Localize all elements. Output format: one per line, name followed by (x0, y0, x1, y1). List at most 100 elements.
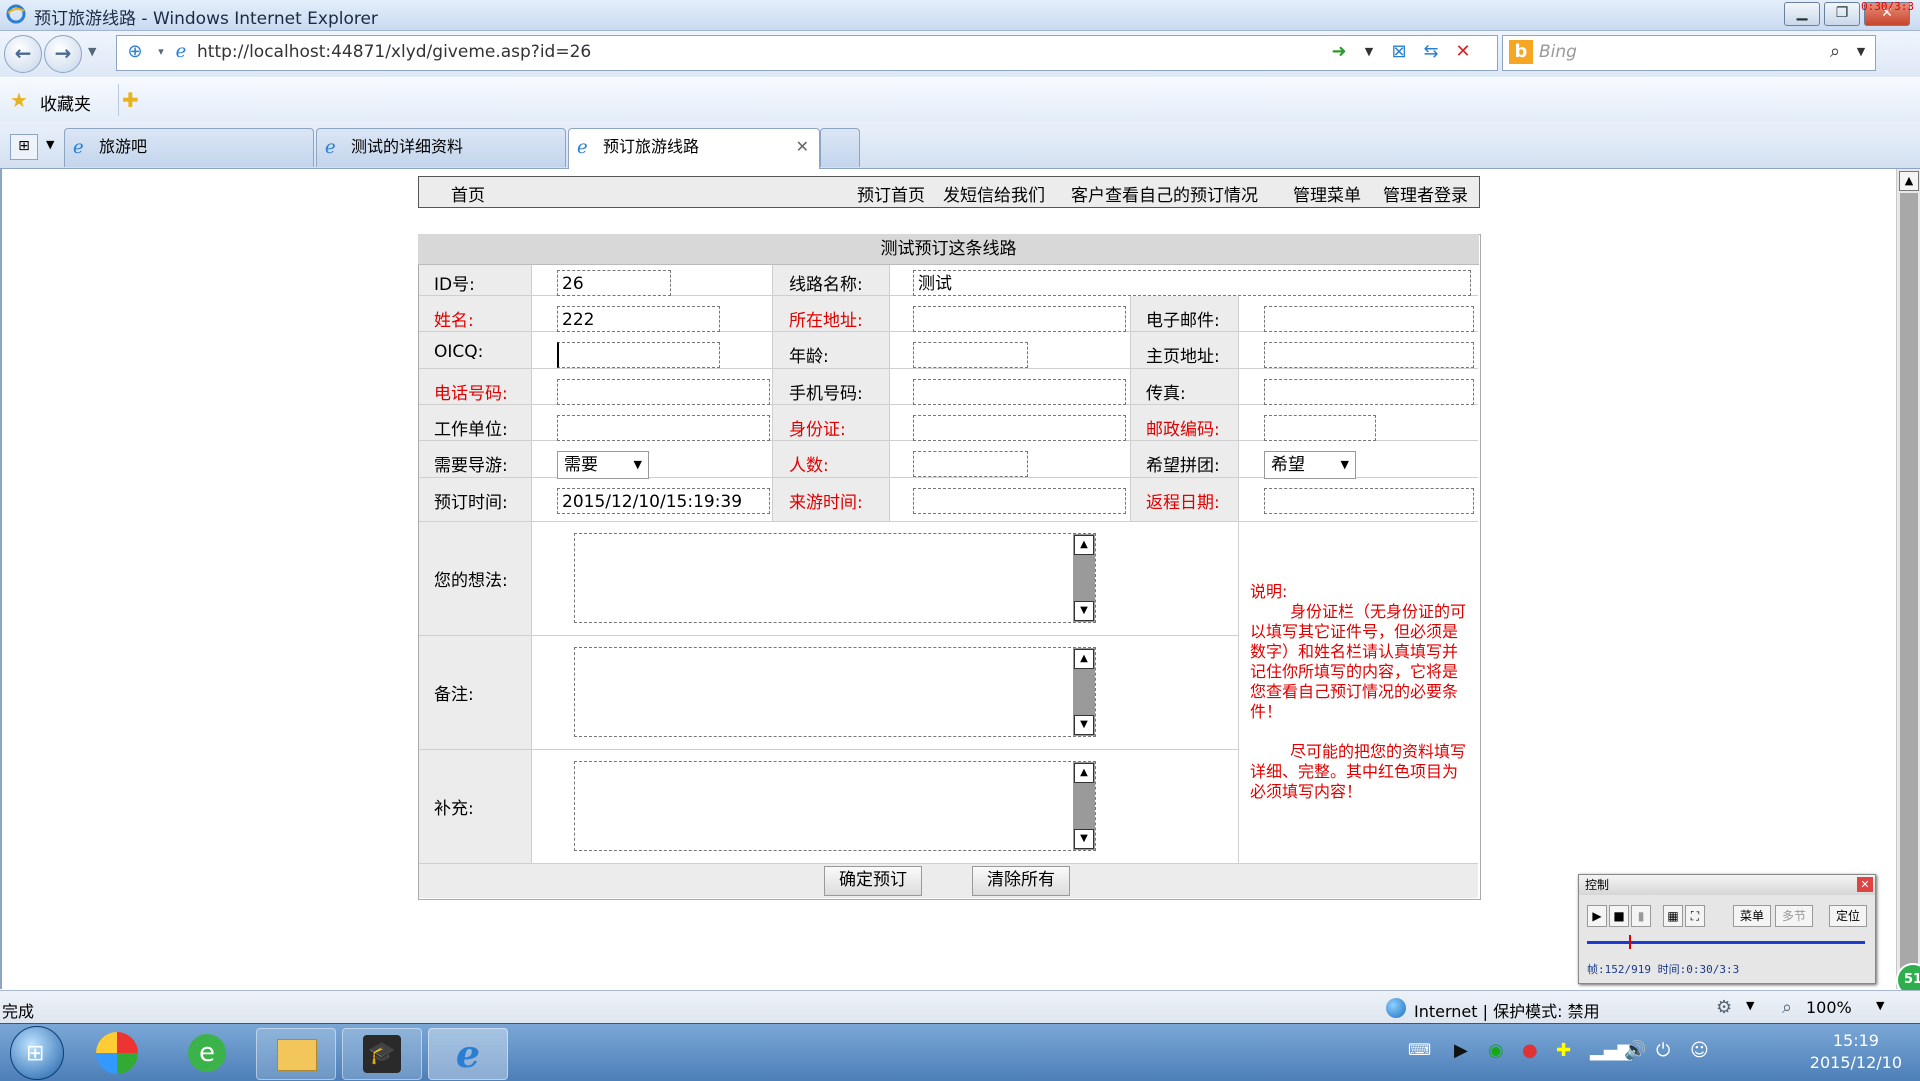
textarea-scrollbar[interactable]: ▲ ▼ (1073, 648, 1095, 736)
user-icon[interactable]: ☺ (1690, 1040, 1709, 1061)
scroll-down-icon[interactable]: ▼ (1074, 601, 1094, 621)
textarea-scrollbar[interactable]: ▲ ▼ (1073, 534, 1095, 622)
phone-field[interactable] (557, 379, 770, 405)
play-icon[interactable]: ▶ (1587, 905, 1607, 927)
back-button[interactable]: ← (4, 35, 42, 73)
address-input[interactable]: http://localhost:44871/xlyd/giveme.asp?i… (197, 42, 591, 62)
clock[interactable]: 15:19 2015/12/10 (1810, 1030, 1902, 1074)
search-input[interactable]: Bing (1539, 42, 1577, 62)
nav-booking-home-link[interactable]: 预订首页 (857, 181, 925, 206)
media-play-icon[interactable]: ▶ (1454, 1040, 1468, 1061)
minimize-button[interactable]: ▁ (1784, 2, 1820, 26)
booking-time-field[interactable]: 2015/12/10/15:19:39 (557, 488, 770, 514)
close-icon[interactable]: ✕ (1857, 877, 1873, 892)
locate-button[interactable]: 定位 (1829, 905, 1867, 927)
popup-dropdown-icon[interactable]: ▼ (1746, 999, 1754, 1012)
label-id: ID号: (434, 275, 475, 295)
id-field[interactable]: 26 (557, 270, 671, 296)
zoom-icon[interactable]: ⌕ (1782, 997, 1792, 1018)
nav-home-link[interactable]: 首页 (451, 181, 485, 206)
instruction-note: 说明: 身份证栏（无身份证的可以填写其它证件号，但必须是数字）和姓名栏请认真填写… (1250, 582, 1466, 802)
power-icon[interactable]: ⏻ (1656, 1040, 1670, 1061)
scroll-up-icon[interactable]: ▲ (1074, 763, 1094, 783)
supplement-textarea[interactable]: ▲ ▼ (574, 761, 1096, 851)
scroll-up-icon[interactable]: ▲ (1074, 649, 1094, 669)
nav-send-sms-link[interactable]: 发短信给我们 (943, 181, 1045, 206)
pause-icon[interactable]: ▮ (1631, 905, 1651, 927)
scroll-thumb[interactable] (1900, 193, 1918, 985)
taskbar-app-pinned-1[interactable] (80, 1028, 158, 1078)
add-favorite-icon[interactable]: ✚ (122, 88, 139, 112)
popup-blocker-icon[interactable]: ⚙ (1716, 997, 1732, 1018)
volume-icon[interactable]: 🔊 (1624, 1040, 1646, 1061)
work-unit-field[interactable] (557, 415, 770, 441)
refresh-icon[interactable]: ⇆ (1419, 40, 1443, 64)
forward-button[interactable]: → (44, 35, 82, 73)
page-scrollbar[interactable]: ▲ (1896, 169, 1920, 989)
scroll-up-icon[interactable]: ▲ (1074, 535, 1094, 555)
route-name-field[interactable]: 测试 (913, 270, 1471, 296)
id-card-field[interactable] (913, 415, 1126, 441)
address-dropdown-icon[interactable]: ▼ (1357, 40, 1381, 64)
search-dropdown-icon[interactable]: ▼ (1849, 40, 1873, 64)
quick-tabs-icon[interactable]: ⊞ (10, 134, 38, 160)
textarea-scrollbar[interactable]: ▲ ▼ (1073, 762, 1095, 850)
zoom-level[interactable]: 100% (1806, 998, 1852, 1017)
return-date-field[interactable] (1264, 488, 1474, 514)
menu-button[interactable]: 菜单 (1733, 905, 1771, 927)
taskbar-ie[interactable]: ℯ (428, 1028, 508, 1080)
nav-admin-menu-link[interactable]: 管理菜单 (1293, 181, 1361, 206)
fax-field[interactable] (1264, 379, 1474, 405)
go-icon[interactable]: ➜ (1327, 40, 1351, 64)
maximize-button[interactable]: ❐ (1824, 2, 1860, 26)
tab-test-details[interactable]: ℯ 测试的详细资料 (316, 128, 566, 167)
submit-booking-button[interactable]: 确定预订 (824, 866, 922, 896)
taskbar-app-pinned-2[interactable]: e (170, 1028, 248, 1078)
nav-admin-login-link[interactable]: 管理者登录 (1383, 181, 1468, 206)
playhead-marker[interactable] (1629, 935, 1631, 949)
step-button[interactable]: 多节 (1775, 905, 1813, 927)
rss-icon[interactable]: ⊠ (1387, 40, 1411, 64)
stop-icon[interactable]: ✕ (1451, 40, 1475, 64)
zoom-dropdown-icon[interactable]: ▼ (1876, 999, 1884, 1012)
new-tab-button[interactable] (820, 128, 860, 167)
scroll-up-icon[interactable]: ▲ (1899, 171, 1919, 191)
need-guide-select[interactable]: 需要 ▼ (557, 451, 649, 479)
control-panel-title: 控制 (1579, 875, 1875, 895)
compat-view-icon[interactable]: ⊕ (123, 40, 147, 64)
window-mode-icon[interactable]: ▦ (1663, 905, 1683, 927)
remarks-textarea[interactable]: ▲ ▼ (574, 647, 1096, 737)
tab-close-icon[interactable]: ✕ (796, 129, 809, 165)
tab-travel-bar[interactable]: ℯ 旅游吧 (64, 128, 314, 167)
hope-group-select[interactable]: 希望 ▼ (1264, 451, 1356, 479)
taskbar-explorer[interactable] (256, 1028, 336, 1080)
taskbar-app-graduate[interactable]: 🎓 (342, 1028, 422, 1080)
stop-icon[interactable]: ■ (1609, 905, 1629, 927)
add-icon[interactable]: ✚ (1556, 1040, 1571, 1061)
history-dropdown-icon[interactable]: ▼ (88, 45, 96, 58)
scroll-down-icon[interactable]: ▼ (1074, 715, 1094, 735)
favorites-button[interactable]: 收藏夹 (40, 90, 91, 115)
name-field[interactable]: 222 (557, 306, 720, 332)
scroll-down-icon[interactable]: ▼ (1074, 829, 1094, 849)
start-button[interactable]: ⊞ (10, 1026, 64, 1080)
homepage-field[interactable] (1264, 342, 1474, 368)
nav-check-booking-link[interactable]: 客户查看自己的预订情况 (1071, 181, 1258, 206)
address-field[interactable] (913, 306, 1126, 332)
tab-list-dropdown-icon[interactable]: ▼ (46, 138, 54, 151)
arrive-time-field[interactable] (913, 488, 1126, 514)
keyboard-icon[interactable]: ⌨ (1408, 1040, 1431, 1059)
clear-all-button[interactable]: 清除所有 (972, 866, 1070, 896)
oicq-field[interactable] (557, 342, 720, 368)
record-icon[interactable]: ◉ (1488, 1040, 1504, 1061)
stop-record-icon[interactable]: ● (1522, 1040, 1538, 1061)
mobile-field[interactable] (913, 379, 1126, 405)
fullscreen-icon[interactable]: ⛶ (1685, 905, 1705, 927)
postcode-field[interactable] (1264, 415, 1376, 441)
age-field[interactable] (913, 342, 1028, 368)
thoughts-textarea[interactable]: ▲ ▼ (574, 533, 1096, 623)
search-icon[interactable]: ⌕ (1823, 40, 1847, 64)
email-field[interactable] (1264, 306, 1474, 332)
people-count-field[interactable] (913, 451, 1028, 477)
tab-book-route[interactable]: ℯ 预订旅游线路 ✕ (568, 128, 820, 169)
